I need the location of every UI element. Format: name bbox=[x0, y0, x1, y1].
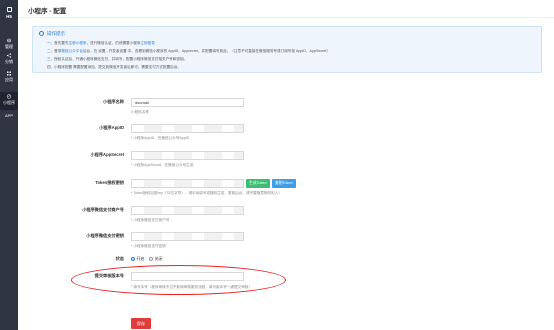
tips-line: 一、首先要先注册小程序，进行微信认证，仍然需要小程序立即登录 bbox=[47, 39, 330, 47]
appid-hint: * 小程序AppID，在微信公众号AppID bbox=[131, 136, 190, 140]
tips-text: 四、小程序配置 需要配置添加，提交到微信开发者后即可，需要支付方式配置后台。 bbox=[47, 65, 181, 69]
tips-text: 二、登录 bbox=[47, 49, 62, 53]
generate-token-button[interactable]: 生成Token bbox=[246, 179, 270, 188]
main-content: 操作提示 一、首先要先注册小程序，进行微信认证，仍然需要小程序立即登录 二、登录… bbox=[18, 18, 554, 330]
rail-item-label: 管理 bbox=[5, 44, 13, 49]
page-title: 小程序 - 配置 bbox=[28, 8, 67, 15]
gear-icon bbox=[7, 38, 11, 43]
rail-item-label: 应用 bbox=[5, 77, 13, 82]
highlight-ring-version bbox=[71, 265, 286, 295]
mchid-input[interactable] bbox=[131, 206, 244, 215]
copy-token-button[interactable]: 复制Token bbox=[272, 179, 296, 188]
tips-line: 二、登录微信公众平台后台，在 设置 - 开发者设置 中，查看到微信小程序的 Ap… bbox=[47, 47, 330, 55]
save-button[interactable]: 保存 bbox=[131, 318, 151, 329]
radio-dot bbox=[131, 256, 135, 261]
rail-item-miniprogram[interactable]: 小程序 bbox=[0, 92, 18, 110]
rail-item-label: 分销 bbox=[5, 59, 13, 64]
appid-label: 小程序AppID bbox=[99, 125, 124, 130]
lightbulb-icon bbox=[39, 31, 44, 36]
status-label: 状态 bbox=[115, 256, 124, 261]
tips-line: 三、授权认证后，开通小程序微信支付，并填写，配置小程序微信支付相关户号和密钥。 bbox=[47, 55, 330, 63]
tips-line: 四、小程序配置 需要配置添加，提交到微信开发者后即可，需要支付方式配置后台。 bbox=[47, 63, 330, 71]
status-radio-on[interactable]: 开启 bbox=[131, 256, 145, 262]
name-input[interactable]: dsomall bbox=[131, 98, 244, 107]
main-nav-rail: H5 管理 分销 应用 小程序 APP bbox=[0, 0, 18, 330]
tips-header: 操作提示 bbox=[39, 31, 65, 37]
top-bar: 小程序 - 配置 bbox=[18, 0, 554, 18]
login-link[interactable]: 立即登录 bbox=[140, 41, 154, 45]
token-input[interactable] bbox=[131, 179, 244, 188]
name-label: 小程序名称 bbox=[103, 99, 124, 104]
tips-panel: 操作提示 一、首先要先注册小程序，进行微信认证，仍然需要小程序立即登录 二、登录… bbox=[32, 26, 542, 73]
status-radio-off[interactable]: 关闭 bbox=[149, 256, 163, 262]
token-label: Token授权密钥 bbox=[95, 180, 124, 185]
paykey-input[interactable] bbox=[131, 232, 244, 241]
radio-dot bbox=[149, 256, 153, 261]
wechat-platform-link[interactable]: 微信公众平台 bbox=[61, 49, 83, 53]
share-icon bbox=[6, 53, 12, 58]
paykey-hint: * 小程序微信支付密钥 bbox=[131, 244, 166, 248]
brand-icon bbox=[6, 7, 12, 12]
rail-item-app[interactable]: APP bbox=[0, 113, 18, 118]
miniprogram-icon bbox=[6, 94, 12, 99]
rail-item-distribution[interactable]: 分销 bbox=[0, 53, 18, 65]
tips-text: 三、授权认证后，开通小程序微信支付，并填写，配置小程序微信支付相关户号和密钥。 bbox=[47, 57, 188, 61]
appid-input[interactable] bbox=[131, 124, 244, 133]
paykey-label: 小程序微信支付密钥 bbox=[86, 233, 124, 238]
mchid-hint: * 小程序微信支付商户号 bbox=[131, 218, 170, 222]
tips-text: 一、首先要先 bbox=[47, 41, 69, 45]
secret-input[interactable] bbox=[131, 151, 244, 160]
name-hint: 小程序名称 bbox=[131, 110, 149, 114]
radio-label: 开启 bbox=[136, 256, 145, 261]
rail-item-label: 小程序 bbox=[3, 100, 15, 105]
brand-label: H5 bbox=[6, 14, 12, 19]
rail-item-apps[interactable]: 应用 bbox=[0, 71, 18, 83]
token-hint: * Token授权加密key（32位字符），请手动填写或随机生成，更新后台，请不… bbox=[131, 191, 282, 195]
secret-hint: * 小程序AppSecret，在微信公众号生成 bbox=[131, 163, 194, 167]
tips-list: 一、首先要先注册小程序，进行微信认证，仍然需要小程序立即登录 二、登录微信公众平… bbox=[47, 39, 330, 71]
rail-item-manage[interactable]: 管理 bbox=[0, 38, 18, 50]
brand-logo[interactable]: H5 bbox=[0, 7, 18, 19]
grid-icon bbox=[7, 71, 11, 76]
tips-text: 后台，在 设置 - 开发者设置 中，查看到微信小程序的 AppID、Appsec… bbox=[82, 49, 330, 53]
mchid-label: 小程序微信支付商户号 bbox=[82, 207, 124, 212]
tips-title: 操作提示 bbox=[47, 31, 65, 36]
rail-item-label: APP bbox=[4, 113, 13, 118]
secret-label: 小程序AppSecret bbox=[90, 152, 124, 157]
radio-label: 关闭 bbox=[154, 256, 163, 261]
register-miniprogram-link[interactable]: 注册小程序 bbox=[69, 41, 87, 45]
tips-text: ，进行微信认证，仍然需要小程序 bbox=[86, 41, 141, 45]
